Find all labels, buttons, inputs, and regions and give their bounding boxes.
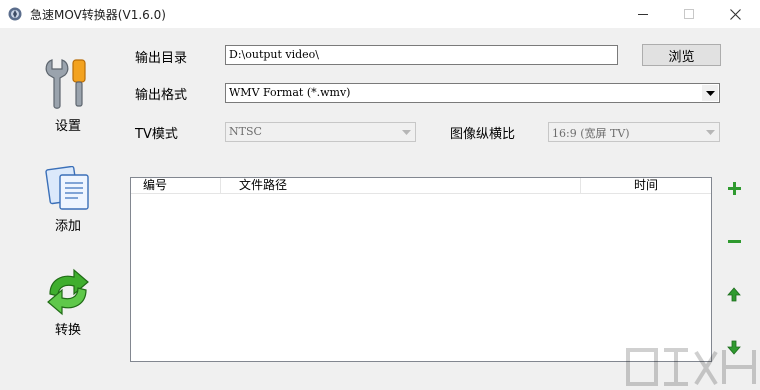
tv-mode-value: NTSC (229, 125, 262, 138)
output-format-select[interactable]: WMV Format (*.wmv) (225, 83, 720, 103)
aspect-ratio-label: 图像纵横比 (450, 127, 516, 142)
chevron-down-icon[interactable] (702, 85, 718, 101)
tv-mode-label: TV模式 (135, 127, 178, 142)
chevron-down-icon[interactable] (702, 124, 718, 140)
settings-label: 设置 (54, 119, 81, 134)
chevron-down-icon[interactable] (398, 124, 414, 140)
column-header-time[interactable]: 时间 (581, 178, 711, 194)
output-format-value: WMV Format (*.wmv) (229, 86, 351, 99)
file-list-header: 编号 文件路径 时间 (131, 178, 711, 194)
column-header-path[interactable]: 文件路径 (221, 178, 581, 194)
browse-button[interactable]: 浏览 (642, 44, 721, 66)
arrow-up-icon (727, 286, 741, 301)
minimize-button[interactable] (620, 0, 666, 28)
maximize-icon (684, 9, 694, 19)
plus-icon (727, 181, 741, 195)
add-button[interactable]: 添加 (30, 165, 106, 234)
output-format-label: 输出格式 (135, 88, 188, 103)
settings-button[interactable]: 设置 (30, 56, 106, 134)
column-header-number[interactable]: 编号 (131, 178, 221, 194)
tools-icon (45, 59, 86, 109)
minus-icon (727, 239, 741, 243)
main-panel: 设置 添加 转换 输出目录 D:\output video\ 浏览 输出格式 W… (0, 28, 760, 390)
title-bar: 急速MOV转换器(V1.6.0) (0, 0, 760, 28)
add-label: 添加 (54, 219, 81, 234)
aspect-ratio-select[interactable]: 16:9 (宽屏 TV) (548, 122, 720, 142)
app-icon (8, 7, 22, 21)
add-file-button[interactable] (724, 178, 744, 198)
window-title: 急速MOV转换器(V1.6.0) (30, 8, 166, 22)
output-dir-field[interactable]: D:\output video\ (225, 45, 618, 65)
maximize-button[interactable] (666, 0, 712, 28)
remove-file-button[interactable] (724, 231, 744, 251)
minimize-icon (638, 13, 648, 15)
aspect-ratio-value: 16:9 (宽屏 TV) (552, 127, 630, 140)
convert-arrows-icon (47, 268, 89, 316)
convert-button[interactable]: 转换 (30, 268, 106, 338)
close-button[interactable] (712, 0, 758, 28)
documents-icon (45, 165, 89, 210)
watermark-logo (626, 348, 756, 386)
tv-mode-select[interactable]: NTSC (225, 122, 416, 142)
file-list[interactable]: 编号 文件路径 时间 (130, 177, 712, 362)
move-up-button[interactable] (724, 284, 744, 304)
convert-label: 转换 (54, 323, 81, 338)
close-icon (729, 8, 741, 20)
output-dir-label: 输出目录 (135, 51, 188, 66)
